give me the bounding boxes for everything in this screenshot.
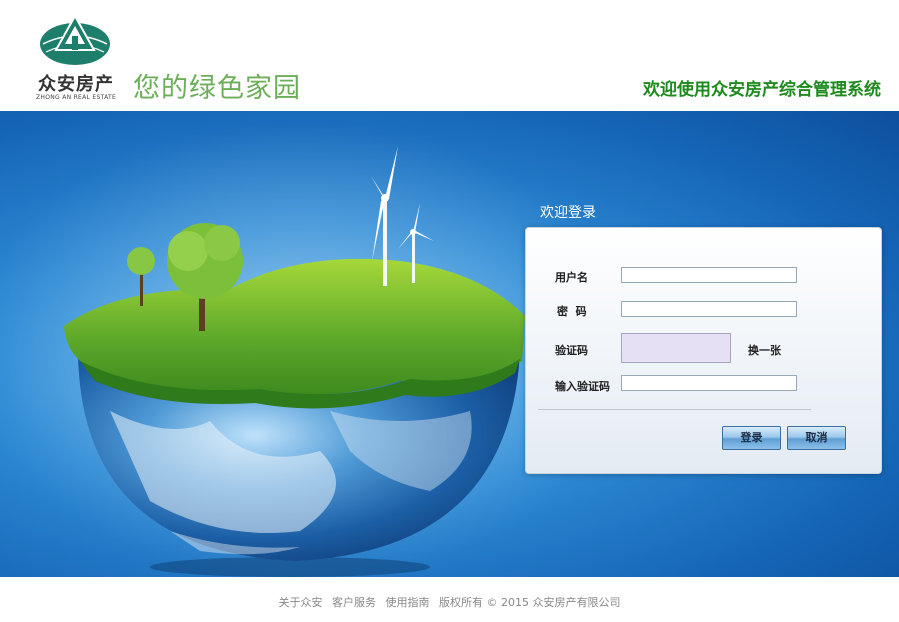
logo-english-name: ZHONG AN REAL ESTATE <box>36 94 117 101</box>
footer-link-service[interactable]: 客户服务 <box>332 596 376 609</box>
password-input[interactable] <box>621 301 797 317</box>
form-divider <box>538 409 811 410</box>
footer-link-guide[interactable]: 使用指南 <box>386 596 430 609</box>
captcha-input[interactable] <box>621 375 797 391</box>
footer-copyright: 版权所有 © 2015 众安房产有限公司 <box>439 596 621 609</box>
footer-link-about[interactable]: 关于众安 <box>279 596 323 609</box>
logo-emblem-icon <box>40 14 110 65</box>
logo-chinese-name: 众安房产 <box>38 74 114 95</box>
slogan: 您的绿色家园 <box>133 73 301 104</box>
system-title: 欢迎使用众安房产综合管理系统 <box>643 80 881 100</box>
username-label: 用户名 <box>555 271 588 284</box>
footer-links: 关于众安 客户服务 使用指南 版权所有 © 2015 众安房产有限公司 <box>0 594 899 610</box>
company-logo: 众安房产 ZHONG AN REAL ESTATE <box>36 14 116 102</box>
password-label: 密 码 <box>557 305 587 318</box>
captcha-refresh-link[interactable]: 换一张 <box>748 342 781 358</box>
captcha-input-label: 输入验证码 <box>555 380 610 393</box>
captcha-image[interactable] <box>621 333 731 363</box>
login-title: 欢迎登录 <box>540 205 596 221</box>
cancel-button[interactable]: 取消 <box>787 426 846 450</box>
captcha-label: 验证码 <box>555 344 588 357</box>
login-panel: 用户名 密 码 验证码 换一张 输入验证码 登录 取消 <box>525 227 882 474</box>
login-button[interactable]: 登录 <box>722 426 781 450</box>
username-input[interactable] <box>621 267 797 283</box>
header: 众安房产 ZHONG AN REAL ESTATE 您的绿色家园 欢迎使用众安房… <box>0 0 899 111</box>
footer: 关于众安 客户服务 使用指南 版权所有 © 2015 众安房产有限公司 <box>0 577 899 622</box>
